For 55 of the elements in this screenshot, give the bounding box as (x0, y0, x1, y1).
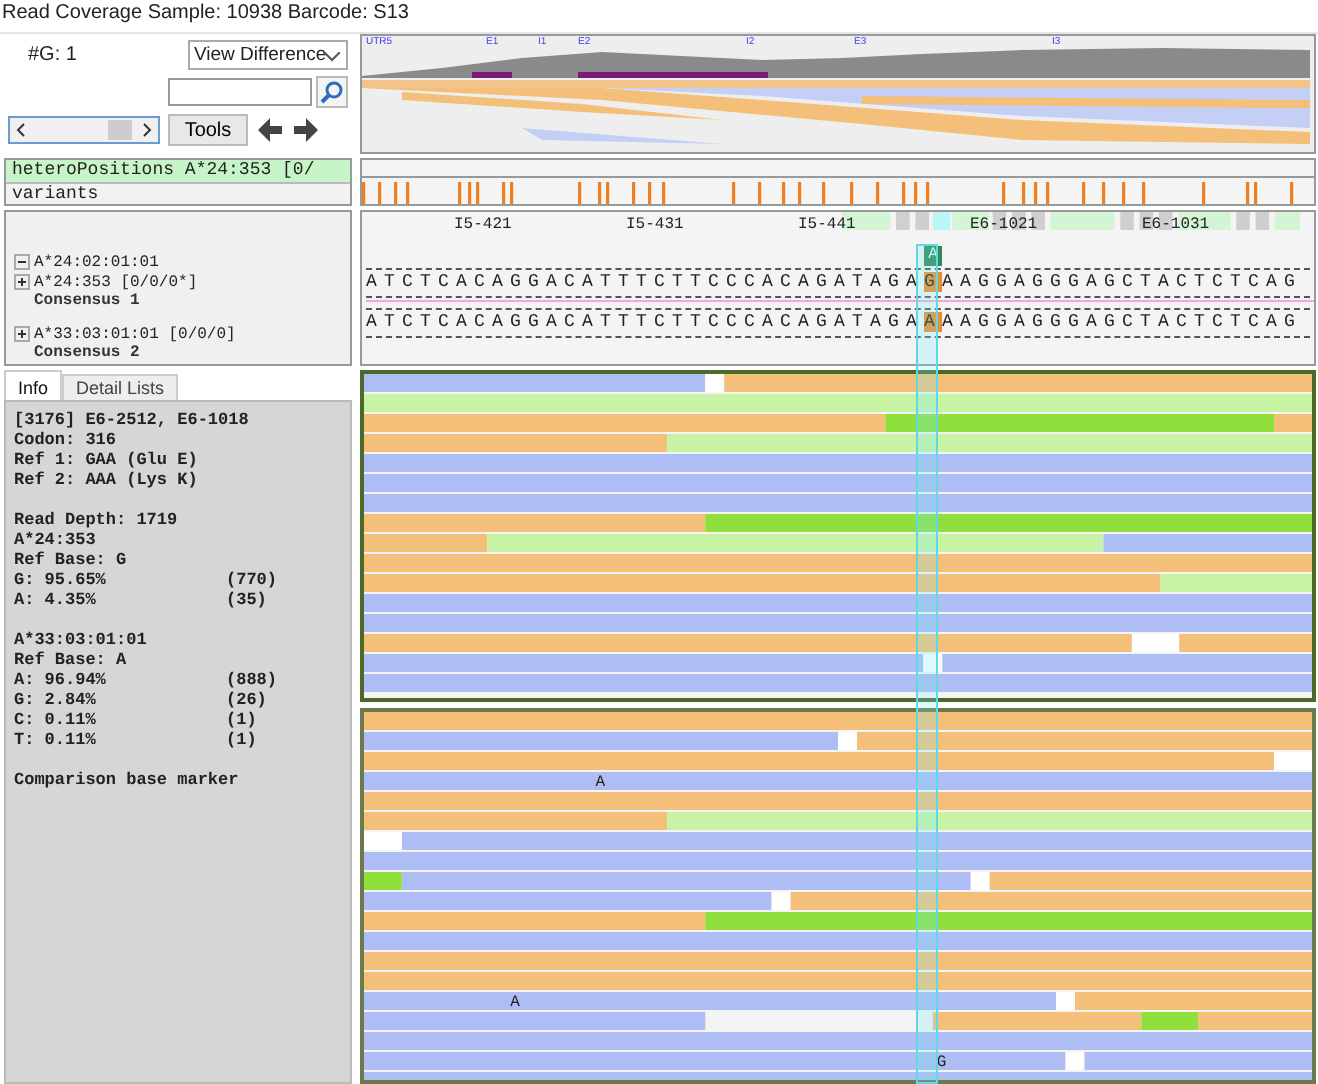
forward-arrow-icon[interactable] (292, 116, 320, 144)
info-text: T: 0.11% (14, 730, 98, 750)
consensus-sequence: ATCTCACAGGACATTTCTTCCCACAGATAGA (366, 312, 925, 332)
group-count-label: #G: 1 (26, 44, 79, 66)
info-count: (888) (226, 670, 278, 690)
allele-label[interactable]: A*24:353 [0/0/0*] (34, 273, 198, 291)
read-base-label: A (595, 776, 606, 792)
search-field[interactable] (168, 78, 312, 106)
highlighted-base: G (924, 272, 943, 292)
allele-label[interactable]: A*24:02:01:01 (34, 253, 159, 271)
position-label: E6-1021 (970, 214, 1040, 236)
info-count: (1) (226, 710, 257, 730)
position-label: I5-441 (798, 214, 858, 236)
highlighted-base: A (924, 312, 943, 332)
tab[interactable]: Detail Lists (62, 374, 179, 400)
info-text: C: 0.11% (14, 710, 98, 730)
expand-toggle[interactable] (14, 274, 30, 290)
info-text: Ref 1: GAA (Glu E) (14, 450, 200, 470)
info-text: G: 2.84% (14, 690, 98, 710)
consensus-label: Consensus 1 (32, 292, 142, 312)
consensus-sequence: AAGGAGGGAGCTACTCTCAG (942, 312, 1303, 332)
info-count: (770) (226, 570, 278, 590)
collapse-toggle[interactable] (14, 254, 30, 270)
read-base-label: G (936, 1056, 947, 1072)
info-count: (26) (226, 690, 267, 710)
info-text: A: 4.35% (14, 590, 98, 610)
expand-toggle[interactable] (14, 326, 30, 342)
info-text: A*33:03:01:01 (14, 630, 149, 650)
info-text: G: 95.65% (14, 570, 108, 590)
info-text: Codon: 316 (14, 430, 119, 450)
consensus-label: Consensus 2 (32, 344, 142, 364)
read-base-label: A (510, 996, 520, 1012)
info-text: A*24:353 (14, 530, 98, 550)
info-text: Read Depth: 1719 (14, 510, 180, 530)
info-text: Ref Base: A (14, 650, 129, 670)
position-label: I5-431 (626, 214, 686, 236)
info-text: Ref 2: AAA (Lys K) (14, 470, 200, 490)
chevron-down-icon (324, 52, 340, 62)
tab[interactable]: Info (4, 370, 63, 400)
info-count: (1) (226, 730, 257, 750)
view-dropdown[interactable]: View Difference (188, 40, 348, 70)
back-arrow-icon[interactable] (256, 116, 284, 144)
allele-label[interactable]: A*33:03:01:01 [0/0/0] (34, 325, 236, 343)
consensus-sequence: AAGGAGGGAGCTACTCTCAG (942, 272, 1303, 292)
info-count: (35) (226, 590, 267, 610)
horizontal-scrollbar[interactable] (8, 116, 160, 144)
info-text: A: 96.94% (14, 670, 108, 690)
position-label: I5-421 (454, 214, 514, 236)
info-text: [3176] E6-2512, E6-1018 (14, 410, 249, 430)
info-text: Ref Base: G (14, 550, 129, 570)
search-button[interactable] (316, 76, 348, 108)
position-label: E6-1031 (1142, 214, 1212, 236)
consensus-sequence: ATCTCACAGGACATTTCTTCCCACAGATAGA (366, 272, 925, 292)
tools-button[interactable]: Tools (168, 114, 248, 146)
info-text: Comparison base marker (14, 770, 239, 790)
